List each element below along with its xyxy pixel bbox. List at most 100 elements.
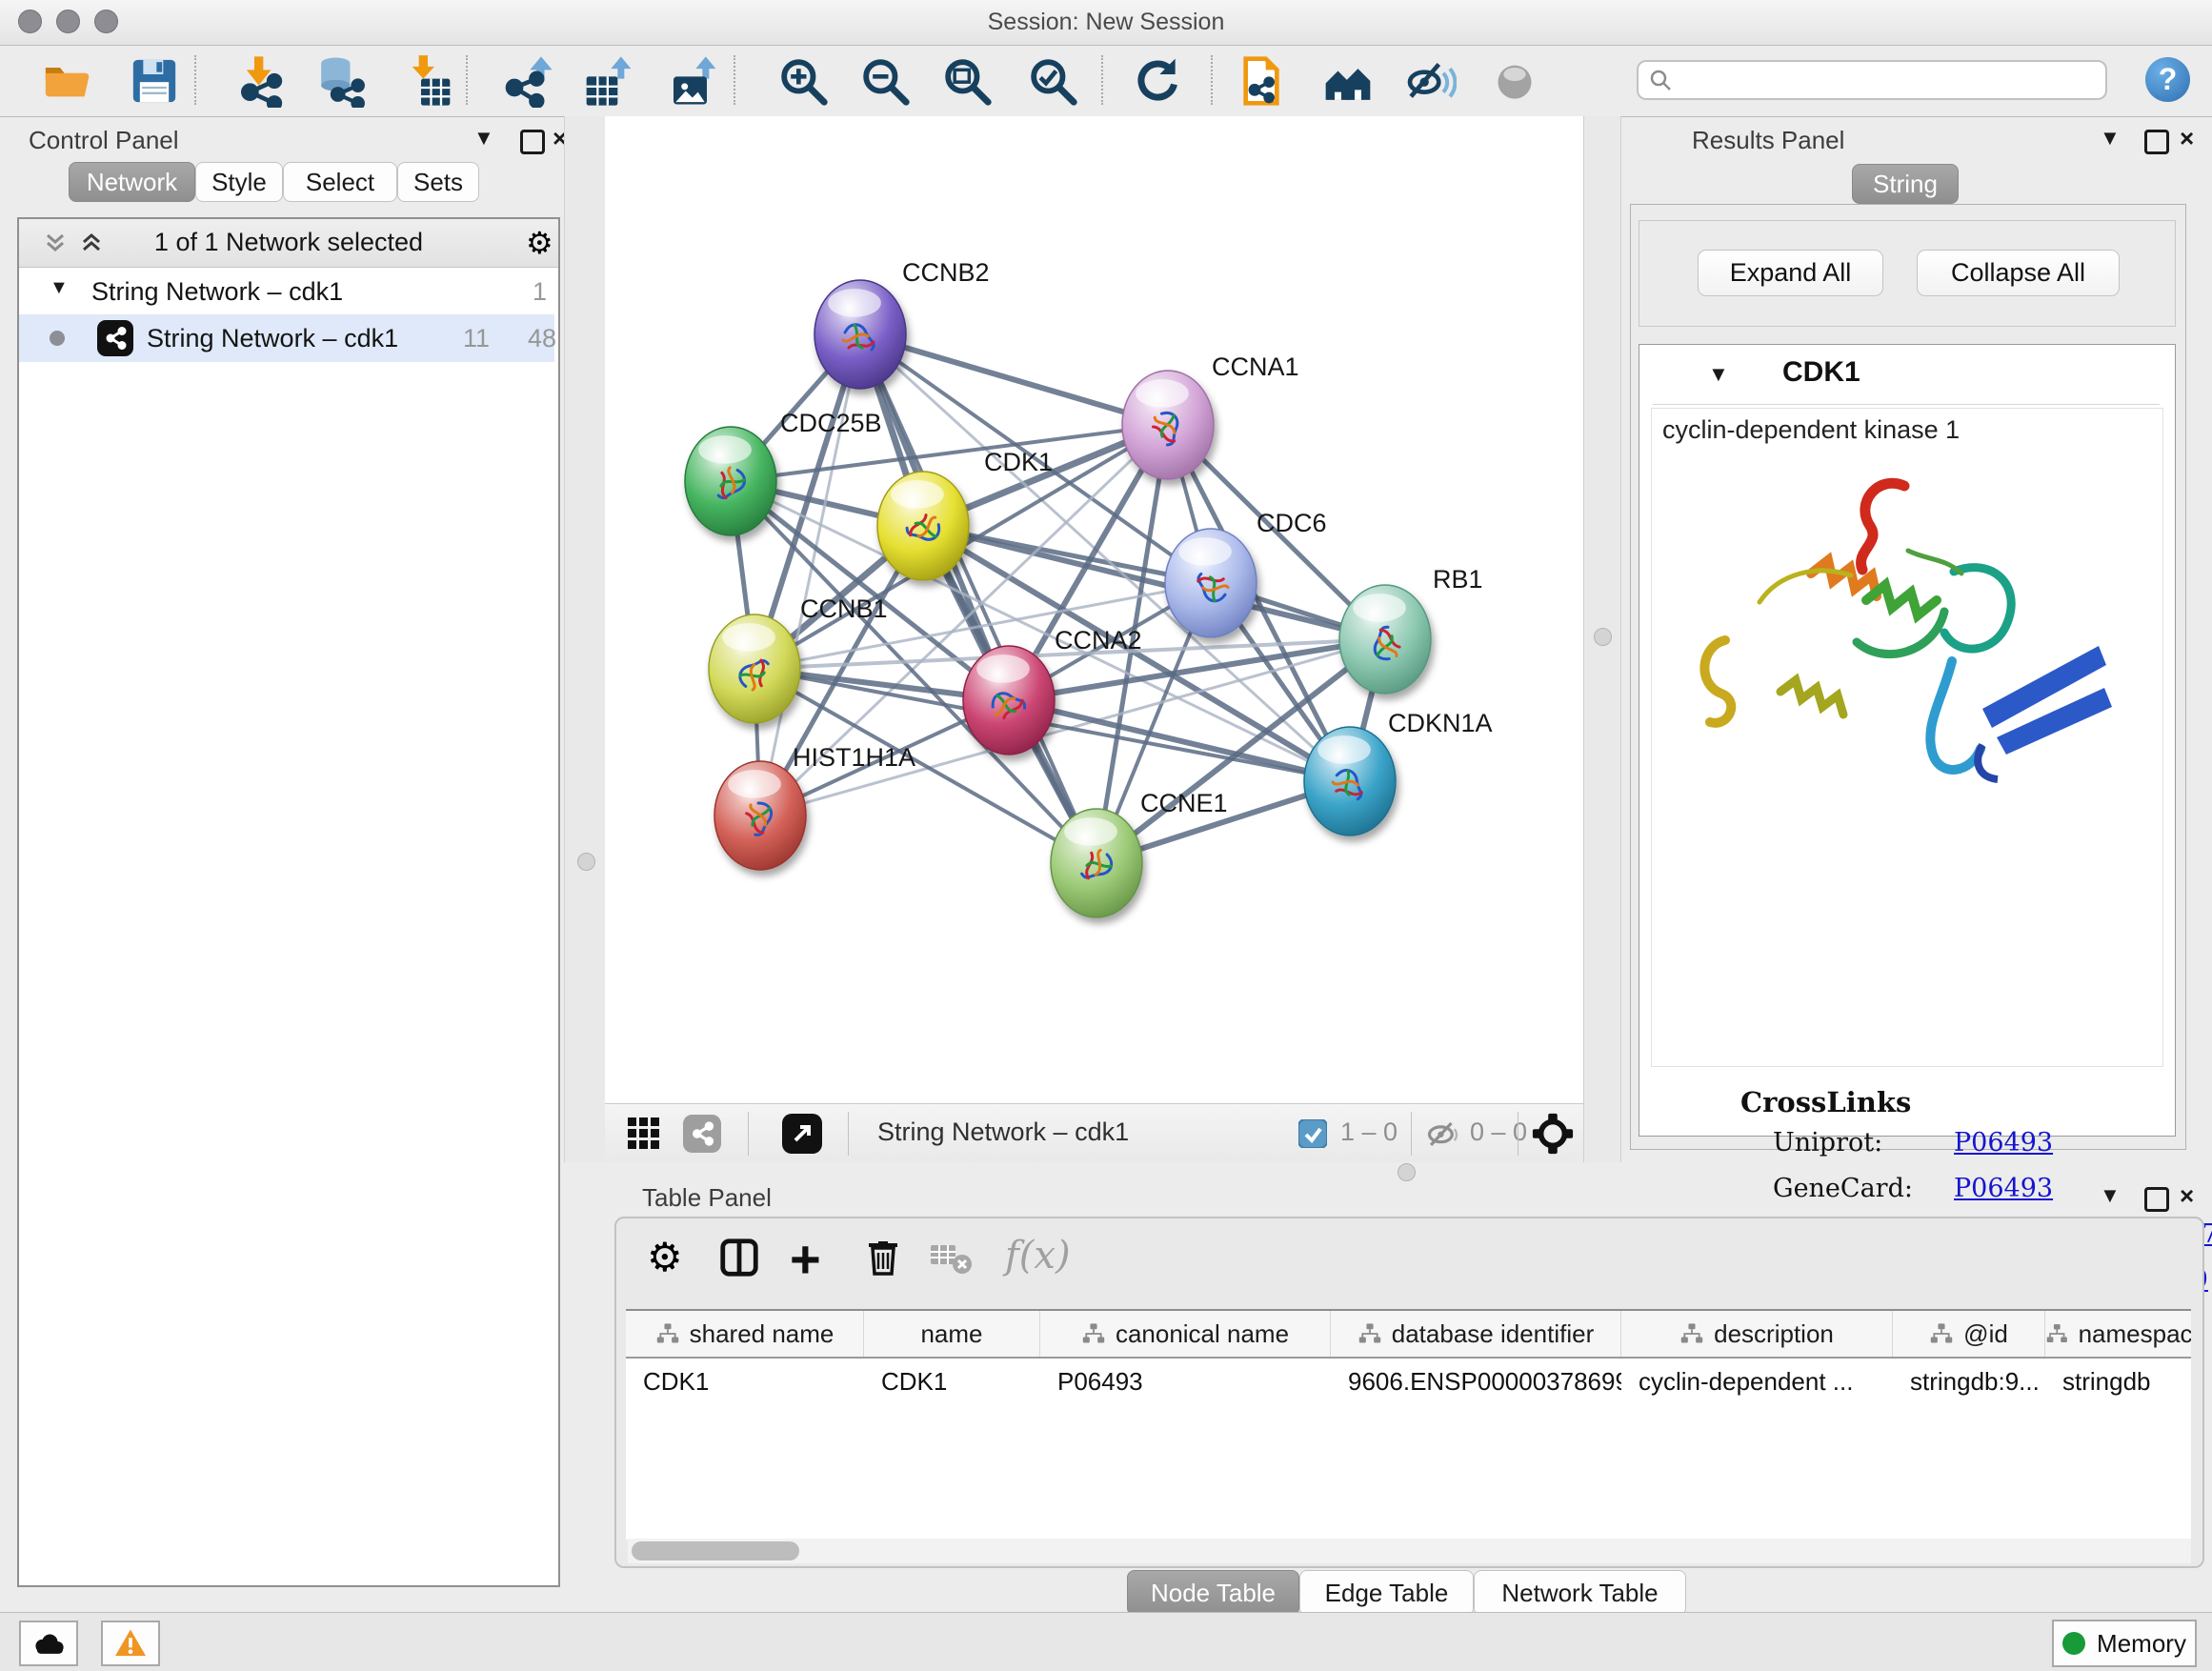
- node-CCNA1[interactable]: CCNA1: [1122, 352, 1299, 479]
- tab-select[interactable]: Select: [283, 162, 397, 202]
- network-collection-row[interactable]: ▼ String Network – cdk1 1: [19, 269, 554, 314]
- table-cell[interactable]: P06493: [1040, 1359, 1331, 1404]
- import-table-icon[interactable]: [401, 54, 454, 108]
- column-header-database-identifier[interactable]: database identifier: [1331, 1311, 1621, 1357]
- splitter-handle[interactable]: [1398, 1163, 1416, 1181]
- table-cell[interactable]: 9606.ENSP00000378699: [1331, 1359, 1621, 1404]
- edge-CCNB2-CCNA1[interactable]: [860, 334, 1168, 425]
- node-CDC25B[interactable]: CDC25B: [685, 409, 882, 535]
- detach-view-icon[interactable]: [782, 1114, 822, 1158]
- crosslink-link[interactable]: P06493: [1954, 1128, 2053, 1158]
- tab-style[interactable]: Style: [195, 162, 283, 202]
- node-HIST1H1A[interactable]: HIST1H1A: [714, 743, 915, 870]
- network-canvas[interactable]: CCNB2CCNA1CDC25BCDK1CDC6RB1CCNB1CCNA2CDK…: [605, 116, 1583, 1103]
- table-panel-menu-icon[interactable]: ▼: [2100, 1183, 2121, 1208]
- network-row-selected[interactable]: String Network – cdk1 11 48: [19, 314, 554, 362]
- control-panel: Control Panel ▼ × Network Style Select S…: [10, 122, 564, 1585]
- hide-selected-icon[interactable]: [1403, 54, 1457, 108]
- column-header-namespace[interactable]: namespace: [2045, 1311, 2191, 1357]
- first-neighbors-icon[interactable]: [1321, 54, 1375, 108]
- node-CCNB1[interactable]: CCNB1: [709, 594, 888, 723]
- tab-sets[interactable]: Sets: [397, 162, 479, 202]
- zoom-in-icon[interactable]: [776, 54, 830, 108]
- scrollbar-thumb[interactable]: [632, 1541, 799, 1560]
- node-label-CDC6: CDC6: [1257, 509, 1327, 537]
- table-cell[interactable]: CDK1: [864, 1359, 1040, 1404]
- column-header-shared-name[interactable]: shared name: [626, 1311, 864, 1357]
- memory-button[interactable]: Memory: [2052, 1620, 2197, 1667]
- node-CCNE1[interactable]: CCNE1: [1051, 789, 1228, 917]
- column-header--id[interactable]: @id: [1893, 1311, 2045, 1357]
- export-image-icon[interactable]: [667, 54, 720, 108]
- results-panel-menu-icon[interactable]: ▼: [2100, 126, 2121, 151]
- splitter-handle[interactable]: [577, 853, 595, 871]
- control-panel-float-icon[interactable]: [520, 130, 545, 154]
- table-cell[interactable]: cyclin-dependent ...: [1621, 1359, 1893, 1404]
- show-all-icon[interactable]: [1488, 54, 1541, 108]
- tab-network[interactable]: Network: [69, 162, 195, 202]
- cloud-button[interactable]: [19, 1621, 78, 1666]
- import-network-database-icon[interactable]: [313, 54, 367, 108]
- table-row[interactable]: CDK1CDK1P064939606.ENSP00000378699cyclin…: [626, 1359, 2191, 1404]
- function-builder-icon[interactable]: f(x): [1005, 1234, 1071, 1278]
- table-cell[interactable]: CDK1: [626, 1359, 864, 1404]
- tab-string-results[interactable]: String: [1852, 164, 1959, 204]
- table-settings-gear-icon[interactable]: ⚙: [647, 1234, 683, 1280]
- node-CDKN1A[interactable]: CDKN1A: [1304, 709, 1493, 836]
- table-cell[interactable]: stringdb: [2045, 1359, 2191, 1404]
- table-cell[interactable]: stringdb:9...: [1893, 1359, 2045, 1404]
- network-row-label: String Network – cdk1: [147, 324, 398, 353]
- export-table-icon[interactable]: [582, 54, 635, 108]
- zoom-fit-icon[interactable]: [940, 54, 994, 108]
- column-header-canonical-name[interactable]: canonical name: [1040, 1311, 1331, 1357]
- hidden-eye-icon[interactable]: [1424, 1116, 1460, 1157]
- results-panel: Results Panel ▼ × Expand All Collapse Al…: [1619, 122, 2212, 1151]
- view-toolbar-separator: [748, 1112, 749, 1156]
- add-column-icon[interactable]: +: [790, 1228, 821, 1290]
- tab-network-table[interactable]: Network Table: [1474, 1570, 1686, 1616]
- zoom-selected-icon[interactable]: [1026, 54, 1079, 108]
- open-folder-icon[interactable]: [40, 54, 93, 108]
- refresh-icon[interactable]: [1131, 54, 1184, 108]
- network-view-icon[interactable]: [683, 1115, 721, 1158]
- tab-edge-table[interactable]: Edge Table: [1299, 1570, 1474, 1616]
- search-input[interactable]: [1637, 60, 2107, 100]
- selected-checkbox[interactable]: [1298, 1119, 1327, 1153]
- export-network-icon[interactable]: [501, 54, 554, 108]
- import-network-file-icon[interactable]: [234, 54, 288, 108]
- node-RB1[interactable]: RB1: [1339, 565, 1483, 694]
- edge-CCNB2-CCNE1[interactable]: [860, 334, 1096, 863]
- collection-expand-icon[interactable]: ▼: [50, 277, 69, 299]
- delete-column-icon[interactable]: [860, 1234, 906, 1284]
- vertical-splitter-left[interactable]: [564, 116, 607, 1162]
- tab-node-table[interactable]: Node Table: [1127, 1570, 1299, 1616]
- zoom-out-icon[interactable]: [858, 54, 912, 108]
- results-panel-float-icon[interactable]: [2144, 130, 2169, 154]
- column-header-description[interactable]: description: [1621, 1311, 1893, 1357]
- column-header-name[interactable]: name: [864, 1311, 1040, 1357]
- view-toolbar-separator: [1411, 1112, 1412, 1156]
- control-panel-menu-icon[interactable]: ▼: [473, 126, 494, 151]
- save-session-icon[interactable]: [128, 54, 181, 108]
- gene-collapse-icon[interactable]: ▼: [1708, 362, 1729, 387]
- table-container: ⚙ + f(x) shared namenamecanonical nameda…: [614, 1217, 2204, 1568]
- divider: [1653, 404, 2160, 405]
- table-panel-close-icon[interactable]: ×: [2180, 1181, 2194, 1211]
- node-CCNB2[interactable]: CCNB2: [814, 258, 990, 389]
- table-panel-float-icon[interactable]: [2144, 1187, 2169, 1212]
- protein-structure-image: [1668, 459, 2144, 826]
- warning-button[interactable]: [101, 1621, 160, 1666]
- new-network-from-selection-icon[interactable]: [1235, 54, 1288, 108]
- help-button[interactable]: ?: [2145, 57, 2190, 102]
- vertical-splitter-right[interactable]: [1583, 116, 1621, 1162]
- results-panel-close-icon[interactable]: ×: [2180, 124, 2194, 153]
- splitter-handle[interactable]: [1594, 628, 1612, 646]
- horizontal-scrollbar[interactable]: [628, 1539, 2191, 1563]
- network-list-gear-icon[interactable]: ⚙: [526, 225, 553, 261]
- birdseye-icon[interactable]: [1531, 1112, 1575, 1160]
- show-columns-icon[interactable]: [717, 1236, 761, 1284]
- delete-table-icon[interactable]: [929, 1239, 973, 1282]
- node-label-CDKN1A: CDKN1A: [1388, 709, 1493, 737]
- main-toolbar: ?: [0, 46, 2212, 117]
- grid-view-icon[interactable]: [626, 1116, 662, 1157]
